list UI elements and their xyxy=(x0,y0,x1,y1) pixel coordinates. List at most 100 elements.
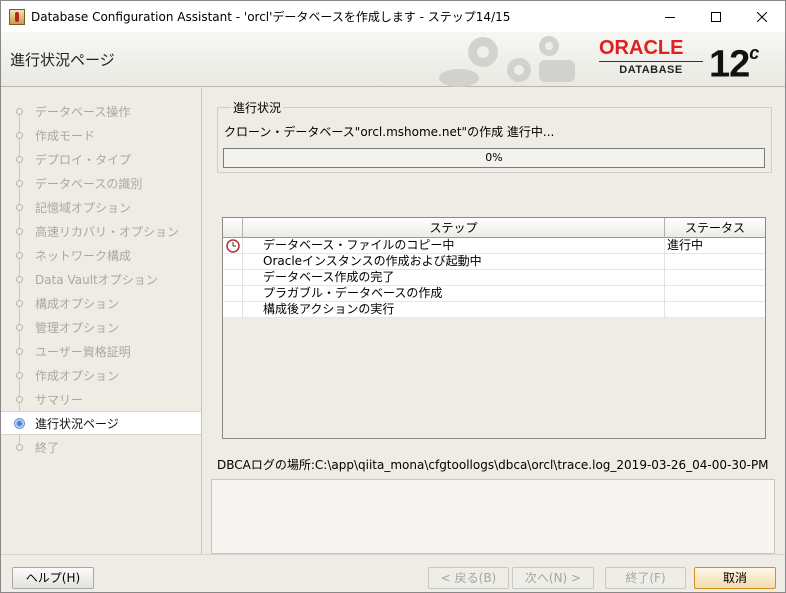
step-dot-icon xyxy=(16,395,23,403)
java-app-icon xyxy=(9,8,25,25)
step-status-cell xyxy=(667,286,765,302)
oracle-database-logo: ORACLE DATABASE xyxy=(599,38,703,76)
nav-step-label: 進行状況ページ xyxy=(35,416,119,431)
step-dot-icon xyxy=(16,371,23,379)
dbca-window: Database Configuration Assistant - 'orcl… xyxy=(0,0,786,593)
nav-step-item: Data Vaultオプション xyxy=(1,267,201,291)
table-row[interactable]: 構成後アクションの実行 xyxy=(223,302,765,318)
nav-step-label: 構成オプション xyxy=(35,296,120,311)
header-step[interactable]: ステップ xyxy=(243,218,665,238)
step-navigation: データベース操作 作成モードデプロイ・タイプ データベースの識別 記憶域オプション高速… xyxy=(1,88,202,554)
nav-step-label: 作成オプション xyxy=(35,368,120,383)
progress-percent: 0% xyxy=(485,151,503,164)
progress-status-text: クローン・データベース"orcl.mshome.net"の作成 進行中... xyxy=(224,125,555,139)
empty-icon-cell xyxy=(223,286,242,302)
version-suffix: c xyxy=(749,43,759,63)
next-button[interactable]: 次へ(N) > xyxy=(512,567,594,589)
header-icon-column xyxy=(223,218,243,238)
maximize-button[interactable] xyxy=(693,1,739,32)
nav-step-label: 記憶域オプション xyxy=(35,200,132,215)
nav-step-label: データベースの識別 xyxy=(35,176,143,191)
version-badge: 12c xyxy=(709,36,759,86)
database-wordmark: DATABASE xyxy=(599,61,703,76)
nav-step-label: Data Vaultオプション xyxy=(35,272,158,287)
nav-step-item: 高速リカバリ・オプション xyxy=(1,219,201,243)
step-status-cell xyxy=(667,254,765,270)
header-status[interactable]: ステータス xyxy=(665,218,765,238)
finish-button[interactable]: 終了(F) xyxy=(605,567,686,589)
minimize-button[interactable] xyxy=(647,1,693,32)
back-button[interactable]: < 戻る(B) xyxy=(428,567,509,589)
page-title: 進行状況ページ xyxy=(10,51,115,69)
step-dot-icon xyxy=(16,131,23,139)
step-dot-icon xyxy=(16,443,23,451)
version-number: 12 xyxy=(709,43,750,86)
nav-step-item: データベース操作 xyxy=(1,99,201,123)
progress-group-label: 進行状況 xyxy=(231,99,284,116)
maximize-icon xyxy=(711,11,721,22)
step-name-cell: Oracleインスタンスの作成および起動中 xyxy=(263,254,482,268)
close-button[interactable] xyxy=(739,1,785,32)
nav-step-item: 作成モード xyxy=(1,123,201,147)
cancel-button[interactable]: 取消 xyxy=(694,567,776,589)
step-name-cell: 構成後アクションの実行 xyxy=(263,302,395,316)
nav-step-item: データベースの識別 xyxy=(1,171,201,195)
nav-step-item: 管理オプション xyxy=(1,315,201,339)
empty-icon-cell xyxy=(223,254,242,270)
oracle-wordmark: ORACLE xyxy=(599,37,684,59)
table-row[interactable]: データベース作成の完了 xyxy=(223,270,765,286)
gears-decoration-icon xyxy=(439,36,575,87)
minimize-icon xyxy=(665,16,675,18)
close-icon xyxy=(757,11,767,22)
nav-step-label: デプロイ・タイプ xyxy=(35,152,132,167)
step-name-cell: プラガブル・データベースの作成 xyxy=(263,286,443,300)
empty-icon-cell xyxy=(223,270,242,286)
nav-step-item: ユーザー資格証明 xyxy=(1,339,201,363)
nav-step-item: 構成オプション xyxy=(1,291,201,315)
nav-step-label: 高速リカバリ・オプション xyxy=(35,224,180,239)
step-status-cell: 進行中 xyxy=(667,238,704,252)
current-step-indicator-icon xyxy=(14,417,25,429)
table-row[interactable]: プラガブル・データベースの作成 xyxy=(223,286,765,302)
step-dot-icon xyxy=(16,203,23,211)
title-bar: Database Configuration Assistant - 'orcl… xyxy=(1,1,785,32)
step-dot-icon xyxy=(16,107,23,115)
nav-step-label: データベース操作 xyxy=(35,104,131,119)
nav-step-label: 管理オプション xyxy=(35,320,120,335)
table-header: ステップ ステータス xyxy=(223,218,765,238)
clock-icon xyxy=(223,238,242,254)
log-output-area[interactable] xyxy=(211,479,775,554)
step-name-cell: データベース・ファイルのコピー中 xyxy=(263,238,455,252)
nav-step-item: デプロイ・タイプ xyxy=(1,147,201,171)
header-banner: 進行状況ページ ORACLE DATABASE 12c xyxy=(1,32,785,87)
steps-table: ステップ ステータス データベース・ファイルのコピー中 進行中 Oracleインスタ… xyxy=(222,217,766,439)
column-divider xyxy=(242,238,243,318)
nav-step-label: 作成モード xyxy=(35,128,96,143)
step-dot-icon xyxy=(16,251,23,259)
step-dot-icon xyxy=(16,299,23,307)
step-dot-icon xyxy=(16,347,23,355)
footer-divider xyxy=(1,554,785,555)
nav-step-label: サマリー xyxy=(35,392,84,407)
nav-step-item: ネットワーク構成 xyxy=(1,243,201,267)
step-name-cell: データベース作成の完了 xyxy=(263,270,395,284)
window-controls xyxy=(647,1,785,32)
nav-step-label: ネットワーク構成 xyxy=(35,248,132,263)
nav-step-item: 終了 xyxy=(1,435,201,459)
step-dot-icon xyxy=(16,227,23,235)
window-title: Database Configuration Assistant - 'orcl… xyxy=(31,10,511,24)
table-row[interactable]: データベース・ファイルのコピー中 進行中 xyxy=(223,238,765,254)
step-status-cell xyxy=(667,270,765,286)
help-button[interactable]: ヘルプ(H) xyxy=(12,567,94,589)
progress-bar: 0% xyxy=(223,148,765,168)
empty-icon-cell xyxy=(223,302,242,318)
step-dot-icon xyxy=(16,155,23,163)
nav-step-item: 作成オプション xyxy=(1,363,201,387)
nav-step-item: 記憶域オプション xyxy=(1,195,201,219)
nav-step-item: サマリー xyxy=(1,387,201,411)
nav-step-item[interactable]: 進行状況ページ xyxy=(1,411,201,435)
nav-step-label: ユーザー資格証明 xyxy=(35,344,131,359)
step-status-cell xyxy=(667,302,765,318)
table-row[interactable]: Oracleインスタンスの作成および起動中 xyxy=(223,254,765,270)
step-dot-icon xyxy=(16,179,23,187)
